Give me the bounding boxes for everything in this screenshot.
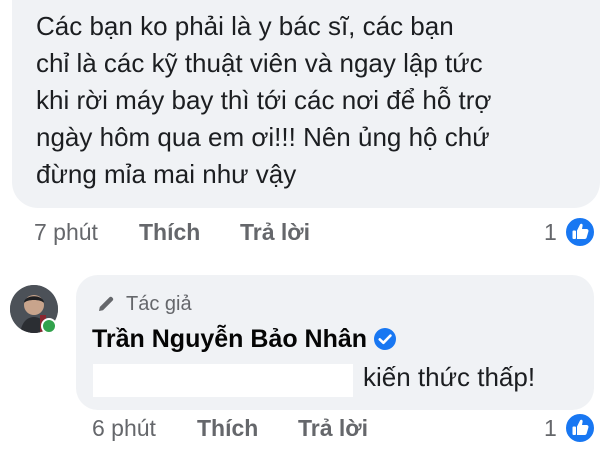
comment-timestamp[interactable]: 7 phút bbox=[34, 219, 98, 246]
author-badge-label: Tác giả bbox=[126, 292, 192, 315]
reply-timestamp[interactable]: 6 phút bbox=[92, 415, 156, 442]
author-name-row: Trần Nguyễn Bảo Nhân bbox=[92, 322, 397, 356]
reply-text: kiến thức thấp! bbox=[363, 362, 536, 392]
like-button[interactable]: Thích bbox=[139, 219, 200, 246]
like-button[interactable]: Thích bbox=[197, 415, 258, 442]
reaction-count[interactable]: 1 bbox=[544, 415, 557, 442]
redacted-text-box bbox=[93, 364, 353, 397]
comment-actions: 7 phút Thích Trả lời 1 bbox=[0, 216, 600, 250]
verified-badge-icon bbox=[374, 328, 397, 350]
author-badge: Tác giả bbox=[96, 291, 192, 317]
reply-button[interactable]: Trả lời bbox=[240, 219, 310, 246]
thumbs-up-icon[interactable] bbox=[564, 412, 596, 444]
reply-actions: 6 phút Thích Trả lời 1 bbox=[0, 412, 600, 446]
reply-button[interactable]: Trả lời bbox=[298, 415, 368, 442]
reaction-count[interactable]: 1 bbox=[544, 219, 557, 246]
pen-icon bbox=[99, 296, 114, 311]
comment-text: Các bạn ko phải là y bác sĩ, các bạn chỉ… bbox=[36, 11, 492, 189]
online-status-indicator bbox=[41, 318, 57, 334]
thumbs-up-icon[interactable] bbox=[564, 216, 596, 248]
author-name[interactable]: Trần Nguyễn Bảo Nhân bbox=[92, 325, 367, 354]
